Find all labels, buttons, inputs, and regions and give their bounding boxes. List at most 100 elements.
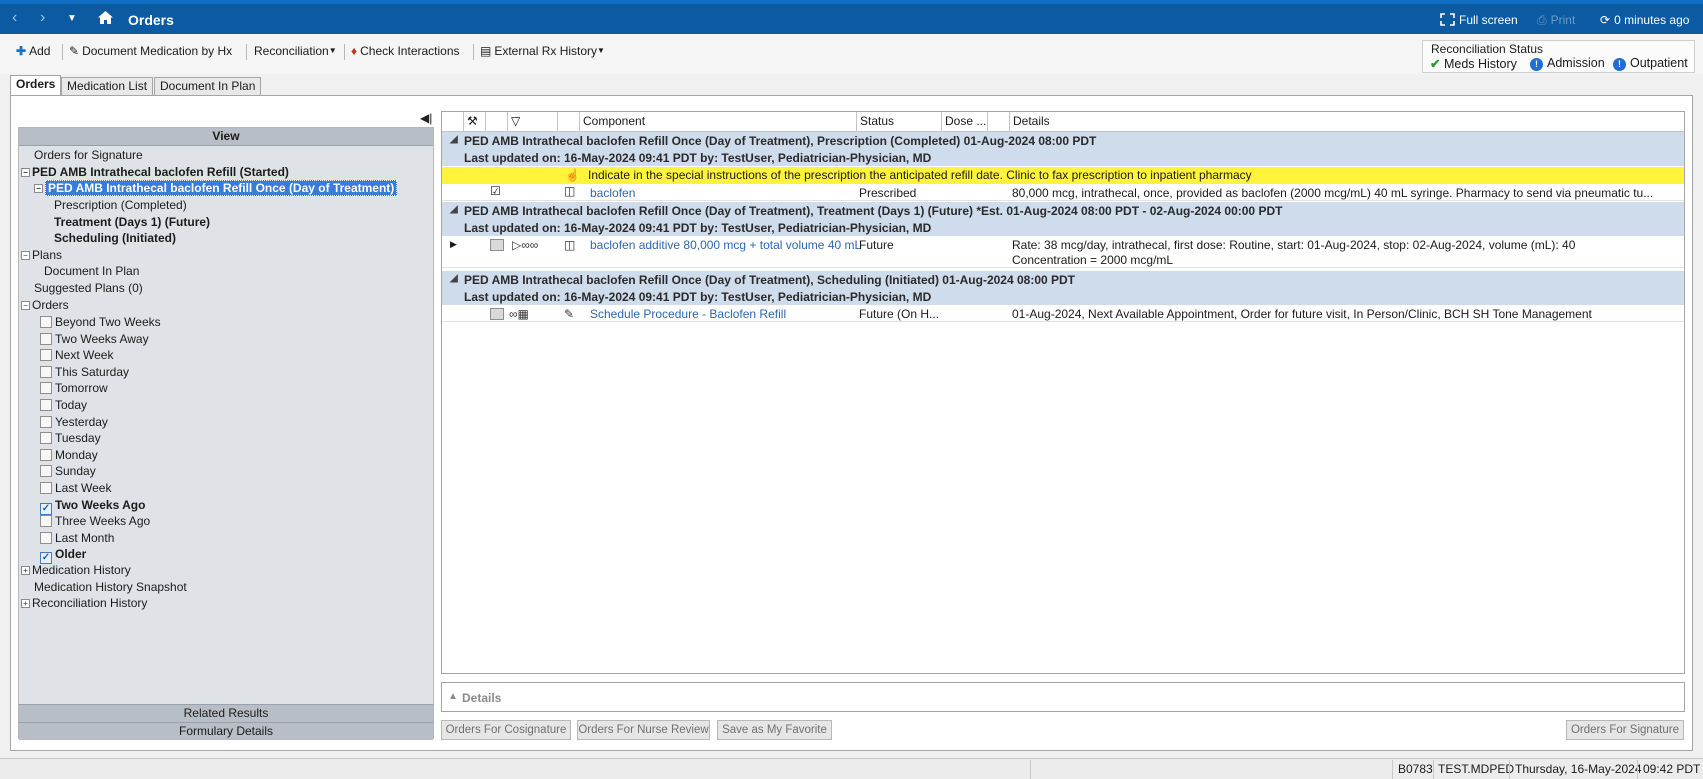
time-filter-item[interactable]: Tuesday: [40, 431, 101, 445]
unchecked-checkbox-icon[interactable]: [40, 316, 52, 328]
admission-status[interactable]: ! Admission: [1530, 56, 1605, 71]
outpatient-status[interactable]: ! Outpatient: [1613, 56, 1688, 71]
order-component-link[interactable]: baclofen: [590, 186, 635, 200]
refresh-button[interactable]: ⟳ 0 minutes ago: [1600, 13, 1689, 27]
tab-orders[interactable]: Orders: [10, 75, 62, 96]
expand-triangle-icon[interactable]: ▶: [450, 239, 457, 250]
add-button[interactable]: ✚ Add: [16, 44, 50, 58]
print-button[interactable]: ⎙ Print: [1537, 13, 1575, 28]
medication-history-snapshot-node[interactable]: Medication History Snapshot: [34, 580, 187, 594]
medication-history-node[interactable]: + Medication History: [21, 563, 131, 577]
full-screen-button[interactable]: Full screen: [1440, 13, 1518, 27]
document-in-plan-node[interactable]: Document In Plan: [44, 264, 139, 278]
wrench-icon[interactable]: ⚒: [464, 112, 486, 132]
phase-header-prescription[interactable]: ◢ PED AMB Intrathecal baclofen Refill On…: [442, 132, 1684, 166]
collapse-icon[interactable]: −: [21, 168, 30, 177]
formulary-details-bar[interactable]: Formulary Details: [19, 722, 433, 740]
external-rx-history-dropdown[interactable]: ▤ External Rx History▼: [480, 44, 605, 58]
column-component[interactable]: Component: [580, 112, 857, 132]
plans-node[interactable]: − Plans: [21, 248, 62, 262]
order-component-link[interactable]: Schedule Procedure - Baclofen Refill: [590, 307, 786, 321]
unchecked-checkbox-icon[interactable]: [40, 399, 52, 411]
column-status[interactable]: Status: [857, 112, 942, 132]
back-arrow-icon[interactable]: ‹: [12, 9, 17, 27]
time-filter-item[interactable]: Yesterday: [40, 415, 108, 429]
time-filter-item[interactable]: This Saturday: [40, 365, 129, 379]
orders-node[interactable]: − Orders: [21, 298, 69, 312]
unchecked-checkbox-icon[interactable]: [40, 482, 52, 494]
column-details[interactable]: Details: [1010, 112, 1684, 132]
phase-header-treatment[interactable]: ◢ PED AMB Intrathecal baclofen Refill On…: [442, 202, 1684, 236]
order-component-link[interactable]: baclofen additive 80,000 mcg + total vol…: [590, 238, 861, 252]
orders-for-nurse-review-button[interactable]: Orders For Nurse Review: [577, 720, 710, 740]
collapse-panel-icon[interactable]: ◀|: [420, 111, 432, 125]
time-filter-item[interactable]: Beyond Two Weeks: [40, 315, 161, 329]
check-interactions-button[interactable]: ♦ Check Interactions: [351, 44, 460, 58]
unchecked-checkbox-icon[interactable]: [40, 415, 52, 428]
time-filter-item[interactable]: Last Month: [40, 531, 114, 545]
collapse-icon[interactable]: −: [21, 301, 30, 310]
document-medication-button[interactable]: ✎ Document Medication by Hx: [69, 44, 232, 58]
order-row[interactable]: ▶ ▷∞∞ ◫ baclofen additive 80,000 mcg + t…: [442, 236, 1684, 268]
scheduling-icon: ✎: [564, 307, 575, 321]
unchecked-checkbox-icon[interactable]: [40, 382, 52, 395]
tab-document-in-plan[interactable]: Document In Plan: [154, 77, 262, 95]
phase-scheduling-node[interactable]: Scheduling (Initiated): [54, 231, 176, 245]
meds-history-status[interactable]: ✔ Meds History: [1430, 56, 1517, 71]
unchecked-checkbox-icon[interactable]: [40, 365, 52, 378]
orders-for-signature-node[interactable]: Orders for Signature: [34, 148, 143, 162]
suggested-plans-node[interactable]: Suggested Plans (0): [34, 281, 143, 295]
tab-medication-list[interactable]: Medication List: [61, 77, 154, 95]
filter-icon[interactable]: ▽: [508, 112, 558, 132]
time-filter-item[interactable]: Monday: [40, 448, 98, 462]
unchecked-checkbox-icon[interactable]: [40, 332, 52, 345]
unchecked-checkbox-icon[interactable]: [40, 432, 52, 445]
phase-header-scheduling[interactable]: ◢ PED AMB Intrathecal baclofen Refill On…: [442, 271, 1684, 305]
unchecked-checkbox-icon[interactable]: [40, 349, 52, 362]
time-filter-item[interactable]: Today: [40, 398, 87, 412]
time-filter-item[interactable]: Two Weeks Away: [40, 332, 149, 346]
phase-treatment-node[interactable]: Treatment (Days 1) (Future): [54, 215, 210, 229]
plan-started-node[interactable]: − PED AMB Intrathecal baclofen Refill (St…: [21, 165, 289, 179]
forward-arrow-icon[interactable]: ›: [40, 9, 45, 27]
orders-for-cosignature-button[interactable]: Orders For Cosignature: [441, 720, 571, 740]
orders-for-signature-button[interactable]: Orders For Signature: [1566, 720, 1684, 740]
time-filter-item[interactable]: Last Week: [40, 481, 111, 495]
collapse-triangle-icon[interactable]: ◢: [450, 204, 458, 215]
save-as-favorite-button[interactable]: Save as My Favorite: [717, 720, 832, 740]
status-user: TEST.MDPED: [1438, 762, 1515, 776]
plan-selected-node[interactable]: − PED AMB Intrathecal baclofen Refill Onc…: [34, 180, 398, 196]
status-date: Thursday, 16-May-2024: [1515, 762, 1642, 776]
order-checkbox[interactable]: [490, 307, 504, 321]
column-dose[interactable]: Dose ...: [942, 112, 988, 132]
reconciliation-history-node[interactable]: + Reconciliation History: [21, 596, 147, 610]
expand-icon[interactable]: +: [21, 566, 30, 575]
time-filter-item[interactable]: Three Weeks Ago: [40, 514, 150, 528]
order-row[interactable]: ∞▦ ✎ Schedule Procedure - Baclofen Refil…: [442, 305, 1684, 322]
order-row[interactable]: ☑ ◫ baclofen Prescribed 80,000 mcg, intr…: [442, 184, 1684, 201]
status-code: B0783: [1398, 762, 1433, 776]
unchecked-checkbox-icon[interactable]: [40, 448, 52, 461]
time-filter-item[interactable]: Sunday: [40, 464, 96, 478]
collapse-triangle-icon[interactable]: ◢: [450, 134, 458, 145]
plus-icon: ✚: [16, 44, 27, 58]
reconciliation-dropdown[interactable]: Reconciliation▼: [254, 44, 337, 58]
unchecked-checkbox-icon[interactable]: [40, 531, 52, 544]
unchecked-checkbox-icon[interactable]: [40, 465, 52, 478]
checked-checkbox-icon[interactable]: ✓: [40, 502, 52, 515]
collapse-icon[interactable]: −: [34, 184, 43, 193]
details-pane[interactable]: ▲ Details: [441, 682, 1685, 712]
collapse-icon[interactable]: −: [21, 251, 30, 260]
collapse-triangle-icon[interactable]: ◢: [450, 273, 458, 284]
unchecked-checkbox-icon[interactable]: [40, 515, 52, 528]
time-filter-item[interactable]: ✓ Older: [40, 547, 86, 565]
time-filter-item[interactable]: ✓ Two Weeks Ago: [40, 498, 145, 515]
phase-prescription-node[interactable]: Prescription (Completed): [54, 198, 187, 212]
expand-icon[interactable]: +: [21, 599, 30, 608]
nav-dropdown-icon[interactable]: ▼: [67, 13, 77, 24]
home-icon[interactable]: [97, 10, 114, 28]
time-filter-item[interactable]: Tomorrow: [40, 381, 108, 395]
related-results-bar[interactable]: Related Results: [19, 704, 433, 722]
order-checkbox[interactable]: [490, 238, 504, 252]
time-filter-item[interactable]: Next Week: [40, 348, 113, 362]
